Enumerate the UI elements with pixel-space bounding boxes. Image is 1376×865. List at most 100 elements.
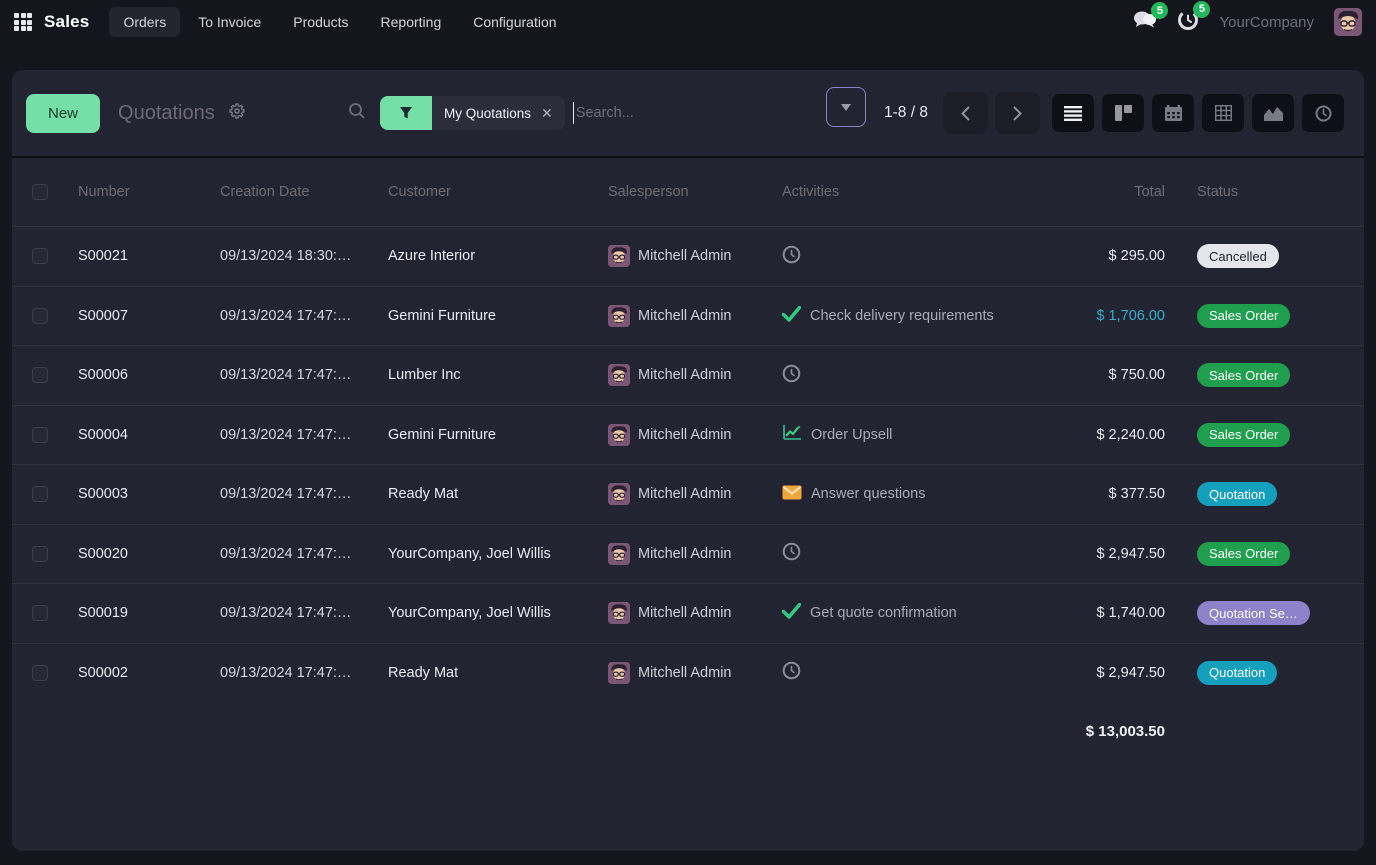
- cell-customer: Lumber Inc: [378, 367, 598, 383]
- cell-total: $ 2,240.00: [1072, 427, 1187, 443]
- salesperson-name: Mitchell Admin: [638, 605, 731, 621]
- cell-total: $ 750.00: [1072, 367, 1187, 383]
- envelope-icon: [782, 485, 802, 504]
- app-name[interactable]: Sales: [44, 12, 89, 32]
- table-row[interactable]: S00019 09/13/2024 17:47:… YourCompany, J…: [12, 583, 1364, 643]
- cell-total: $ 295.00: [1072, 248, 1187, 264]
- cell-total: $ 377.50: [1072, 486, 1187, 502]
- table-row[interactable]: S00021 09/13/2024 18:30:… Azure Interior…: [12, 226, 1364, 286]
- new-button[interactable]: New: [26, 94, 100, 133]
- header-customer[interactable]: Customer: [378, 184, 598, 200]
- clock-icon: [782, 245, 801, 268]
- filter-facet[interactable]: My Quotations ✕: [380, 96, 565, 130]
- table-body: S00021 09/13/2024 18:30:… Azure Interior…: [12, 226, 1364, 702]
- gear-icon[interactable]: [229, 103, 245, 123]
- row-checkbox[interactable]: [32, 546, 48, 562]
- optional-columns-icon[interactable]: [1359, 185, 1364, 199]
- cell-creation-date: 09/13/2024 18:30:…: [210, 248, 378, 264]
- view-switch-kanban-icon[interactable]: [1101, 93, 1145, 133]
- search-icon: [348, 102, 366, 125]
- cell-salesperson: Mitchell Admin: [598, 662, 772, 684]
- view-switch-graph-icon[interactable]: [1251, 93, 1295, 133]
- row-checkbox[interactable]: [32, 665, 48, 681]
- pager-range: 1-8 / 8: [884, 104, 928, 122]
- cell-activities[interactable]: Get quote confirmation: [772, 603, 1072, 623]
- cell-activities[interactable]: [772, 245, 1072, 268]
- header-creation-date[interactable]: Creation Date: [210, 184, 378, 200]
- text-cursor: [573, 102, 574, 124]
- nav-item-configuration[interactable]: Configuration: [459, 7, 570, 37]
- row-checkbox[interactable]: [32, 367, 48, 383]
- cell-activities[interactable]: [772, 661, 1072, 684]
- messages-count-badge: 5: [1151, 2, 1168, 19]
- nav-menu: OrdersTo InvoiceProductsReportingConfigu…: [109, 7, 570, 37]
- filter-remove-icon[interactable]: ✕: [541, 105, 553, 122]
- cell-salesperson: Mitchell Admin: [598, 364, 772, 386]
- top-navbar: Sales OrdersTo InvoiceProductsReportingC…: [0, 0, 1376, 44]
- activity-clock-icon: [1177, 18, 1199, 35]
- table-row[interactable]: S00006 09/13/2024 17:47:… Lumber Inc Mit…: [12, 345, 1364, 405]
- cell-status: Sales Order: [1187, 304, 1359, 328]
- apps-grid-icon[interactable]: [14, 13, 32, 31]
- row-checkbox[interactable]: [32, 248, 48, 264]
- row-checkbox[interactable]: [32, 486, 48, 502]
- check-icon: [782, 603, 801, 623]
- salesperson-name: Mitchell Admin: [638, 367, 731, 383]
- footer-total: $ 13,003.50: [1072, 723, 1187, 740]
- table-row[interactable]: S00004 09/13/2024 17:47:… Gemini Furnitu…: [12, 405, 1364, 465]
- status-badge: Cancelled: [1197, 244, 1279, 268]
- cell-activities[interactable]: Check delivery requirements: [772, 306, 1072, 326]
- header-number[interactable]: Number: [68, 184, 210, 200]
- clock-icon: [782, 542, 801, 565]
- pager-next-button[interactable]: [995, 92, 1040, 134]
- cell-salesperson: Mitchell Admin: [598, 245, 772, 267]
- cell-activities[interactable]: [772, 542, 1072, 565]
- row-checkbox[interactable]: [32, 605, 48, 621]
- messages-button[interactable]: 5: [1133, 10, 1157, 34]
- clock-icon: [782, 661, 801, 684]
- cell-number: S00006: [68, 367, 210, 383]
- nav-item-reporting[interactable]: Reporting: [367, 7, 456, 37]
- row-checkbox[interactable]: [32, 427, 48, 443]
- nav-item-products[interactable]: Products: [279, 7, 362, 37]
- cell-activities[interactable]: Answer questions: [772, 485, 1072, 504]
- view-switch-calendar-icon[interactable]: [1151, 93, 1195, 133]
- header-salesperson[interactable]: Salesperson: [598, 184, 772, 200]
- table-row[interactable]: S00002 09/13/2024 17:47:… Ready Mat Mitc…: [12, 643, 1364, 703]
- clock-icon: [782, 364, 801, 387]
- table-row[interactable]: S00020 09/13/2024 17:47:… YourCompany, J…: [12, 524, 1364, 584]
- table-row[interactable]: S00007 09/13/2024 17:47:… Gemini Furnitu…: [12, 286, 1364, 346]
- cell-activities[interactable]: Order Upsell: [772, 424, 1072, 446]
- header-activities[interactable]: Activities: [772, 184, 1072, 200]
- view-switch-pivot-icon[interactable]: [1201, 93, 1245, 133]
- nav-item-to-invoice[interactable]: To Invoice: [184, 7, 275, 37]
- select-all-checkbox[interactable]: [32, 184, 48, 200]
- view-switch-activity-icon[interactable]: [1301, 93, 1345, 133]
- nav-item-orders[interactable]: Orders: [109, 7, 180, 37]
- pager-previous-button[interactable]: [943, 92, 988, 134]
- salesperson-avatar: [608, 245, 630, 267]
- salesperson-avatar: [608, 662, 630, 684]
- company-name[interactable]: YourCompany: [1219, 14, 1314, 31]
- header-total[interactable]: Total: [1072, 184, 1187, 200]
- cell-number: S00002: [68, 665, 210, 681]
- cell-number: S00020: [68, 546, 210, 562]
- cell-number: S00003: [68, 486, 210, 502]
- row-checkbox[interactable]: [32, 308, 48, 324]
- header-status[interactable]: Status: [1187, 184, 1359, 200]
- salesperson-name: Mitchell Admin: [638, 308, 731, 324]
- view-switch-list-icon[interactable]: [1051, 93, 1095, 133]
- status-badge: Quotation: [1197, 661, 1277, 685]
- cell-activities[interactable]: [772, 364, 1072, 387]
- search-options-dropdown[interactable]: [826, 87, 866, 127]
- cell-customer: YourCompany, Joel Willis: [378, 546, 598, 562]
- salesperson-avatar: [608, 483, 630, 505]
- activities-button[interactable]: 5: [1177, 9, 1199, 36]
- cell-customer: Gemini Furniture: [378, 427, 598, 443]
- table-row[interactable]: S00003 09/13/2024 17:47:… Ready Mat Mitc…: [12, 464, 1364, 524]
- user-avatar[interactable]: [1334, 8, 1362, 36]
- search-input[interactable]: [576, 105, 796, 121]
- cell-number: S00004: [68, 427, 210, 443]
- cell-number: S00007: [68, 308, 210, 324]
- cell-total: $ 1,706.00: [1072, 308, 1187, 324]
